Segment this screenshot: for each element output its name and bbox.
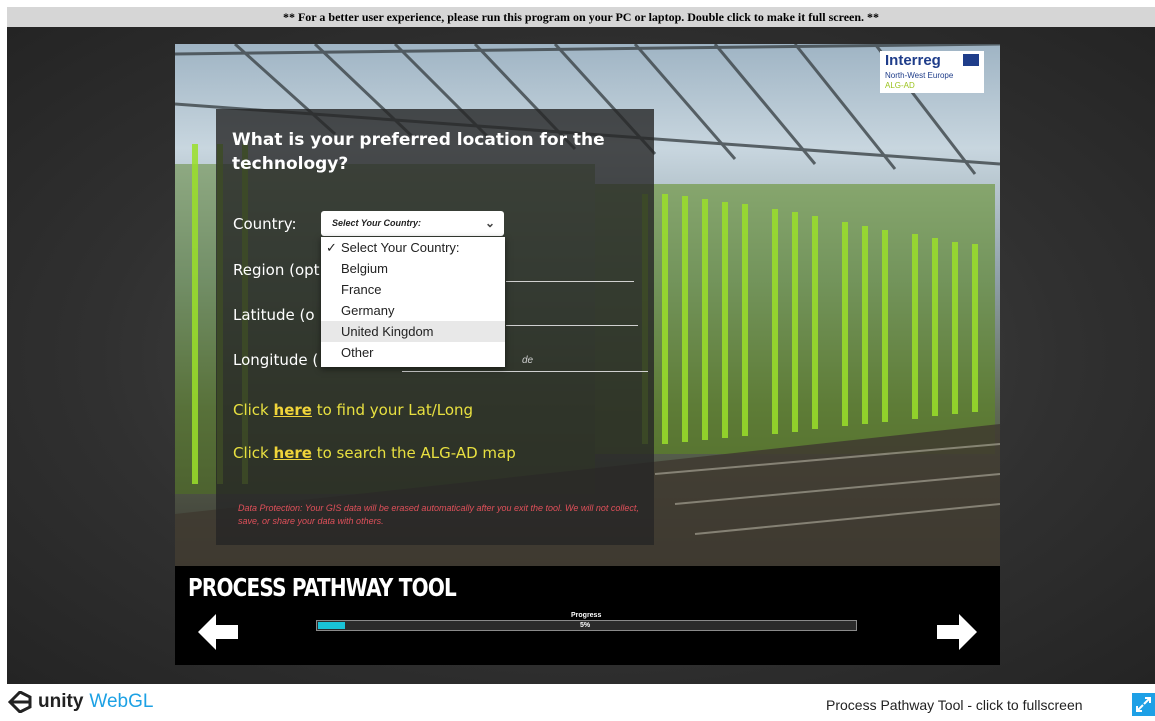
checkmark-icon: ✓	[326, 240, 337, 255]
latlong-here-link[interactable]: here	[274, 401, 312, 419]
latlong-link-line: Click here to find your Lat/Long	[233, 401, 473, 419]
longitude-placeholder: de	[522, 355, 534, 366]
country-option[interactable]: France	[321, 279, 505, 300]
tool-footer: PROCESS PATHWAY TOOL Progress 5%	[175, 566, 1000, 665]
progress-label: Progress	[571, 612, 602, 619]
region-input[interactable]	[506, 281, 634, 282]
latlong-prefix: Click	[233, 401, 274, 419]
country-option-label: Belgium	[341, 261, 388, 276]
country-dropdown-list: ✓ Select Your Country: Belgium France Ge…	[321, 237, 505, 367]
game-canvas[interactable]: Interreg North-West Europe ALG-AD What i…	[175, 44, 1000, 665]
region-label: Region (opt	[233, 261, 320, 279]
country-option[interactable]: Other	[321, 342, 505, 363]
chevron-down-icon: ⌄	[484, 216, 495, 230]
country-option-label: Germany	[341, 303, 395, 318]
country-option-label: United Kingdom	[341, 324, 434, 339]
question-title: What is your preferred location for the …	[232, 130, 605, 174]
top-notice: ** For a better user experience, please …	[7, 7, 1155, 27]
latitude-input[interactable]	[506, 325, 638, 326]
latitude-label: Latitude (o	[233, 306, 315, 324]
map-suffix: to search the ALG-AD map	[311, 444, 516, 462]
question-panel: What is your preferred location for the …	[216, 109, 654, 545]
country-option-label: Select Your Country:	[341, 240, 460, 255]
country-option-label: Other	[341, 345, 374, 360]
unity-webgl-logo: unity WebGL	[8, 690, 153, 714]
country-option[interactable]: Belgium	[321, 258, 505, 279]
country-option-hovered[interactable]: United Kingdom	[321, 321, 505, 342]
map-prefix: Click	[233, 444, 274, 462]
country-option[interactable]: Germany	[321, 300, 505, 321]
tool-title: PROCESS PATHWAY TOOL	[188, 573, 457, 602]
arrow-right-icon[interactable]	[937, 614, 977, 655]
country-label: Country:	[233, 215, 297, 233]
country-option[interactable]: ✓ Select Your Country:	[321, 237, 505, 258]
eu-flag-icon	[963, 54, 979, 66]
country-option-label: France	[341, 282, 382, 297]
longitude-input[interactable]	[402, 371, 648, 372]
webgl-label: WebGL	[89, 691, 154, 712]
map-here-link[interactable]: here	[274, 444, 312, 462]
logo-title: Interreg	[885, 52, 941, 69]
arrow-left-icon[interactable]	[198, 614, 238, 655]
progress-percent: 5%	[580, 622, 591, 629]
latlong-suffix: to find your Lat/Long	[311, 401, 474, 419]
data-protection-note: Data Protection: Your GIS data will be e…	[238, 503, 639, 526]
map-link-line: Click here to search the ALG-AD map	[233, 444, 516, 462]
longitude-label: Longitude (	[233, 351, 319, 369]
interreg-logo: Interreg North-West Europe ALG-AD	[880, 51, 984, 93]
progress-fill	[318, 622, 345, 629]
fullscreen-icon[interactable]	[1132, 693, 1155, 716]
unity-logo-icon	[8, 691, 32, 713]
unity-brand: unity	[38, 691, 84, 712]
country-select[interactable]: Select Your Country: ⌄	[321, 211, 504, 236]
fullscreen-text[interactable]: Process Pathway Tool - click to fullscre…	[826, 697, 1083, 713]
logo-project: ALG-AD	[885, 81, 915, 90]
greenhouse-background: Interreg North-West Europe ALG-AD What i…	[175, 44, 1000, 566]
country-select-value: Select Your Country:	[332, 218, 422, 228]
logo-subtitle: North-West Europe	[885, 71, 954, 80]
